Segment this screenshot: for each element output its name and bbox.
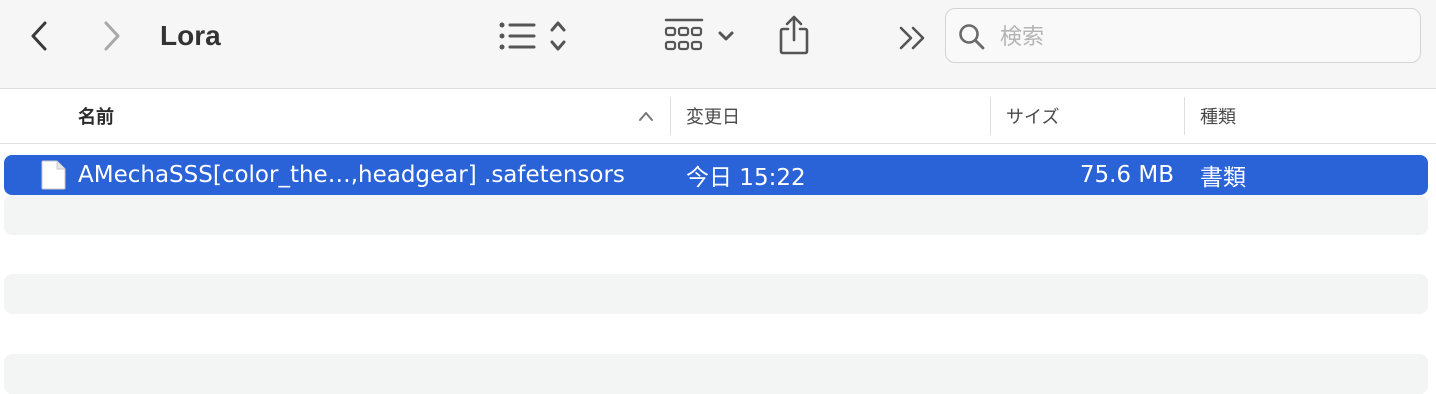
chevron-right-icon (104, 21, 120, 51)
column-divider[interactable] (990, 97, 991, 135)
column-size-header[interactable]: サイズ (1006, 89, 1059, 143)
chevron-left-icon (31, 21, 47, 51)
column-name-header[interactable]: 名前 (78, 89, 114, 143)
double-chevron-right-icon (899, 26, 925, 50)
toolbar: Lora (0, 0, 1436, 89)
column-divider[interactable] (670, 97, 671, 135)
search-field[interactable] (945, 8, 1421, 63)
list-view-icon (499, 21, 566, 51)
empty-row (4, 195, 1428, 235)
empty-row (4, 354, 1428, 394)
file-kind: 書類 (1200, 165, 1246, 191)
file-row[interactable]: AMechaSSS[color_the…,headgear] .safetens… (4, 155, 1428, 195)
window-title: Lora (160, 20, 221, 51)
forward-button[interactable] (95, 18, 129, 54)
icon-grid-group-icon (664, 18, 734, 51)
document-icon (41, 160, 66, 190)
share-button[interactable] (772, 12, 816, 58)
column-date-header[interactable]: 変更日 (686, 89, 740, 143)
column-kind-header[interactable]: 種類 (1200, 89, 1236, 143)
more-toolbar-button[interactable] (894, 20, 932, 56)
group-button[interactable] (662, 14, 742, 58)
column-header: 名前 変更日 サイズ 種類 (0, 89, 1436, 144)
empty-row (4, 274, 1428, 314)
file-date: 今日 15:22 (686, 165, 806, 191)
list-view-button[interactable] (494, 16, 574, 56)
file-name: AMechaSSS[color_the…,headgear] .safetens… (78, 162, 625, 188)
column-divider[interactable] (1184, 97, 1185, 135)
search-input[interactable] (998, 17, 1412, 57)
share-icon (779, 15, 809, 55)
search-icon (959, 24, 985, 50)
file-size: 75.6 MB (1079, 162, 1174, 188)
back-button[interactable] (22, 18, 56, 54)
sort-ascending-icon[interactable] (636, 107, 656, 125)
